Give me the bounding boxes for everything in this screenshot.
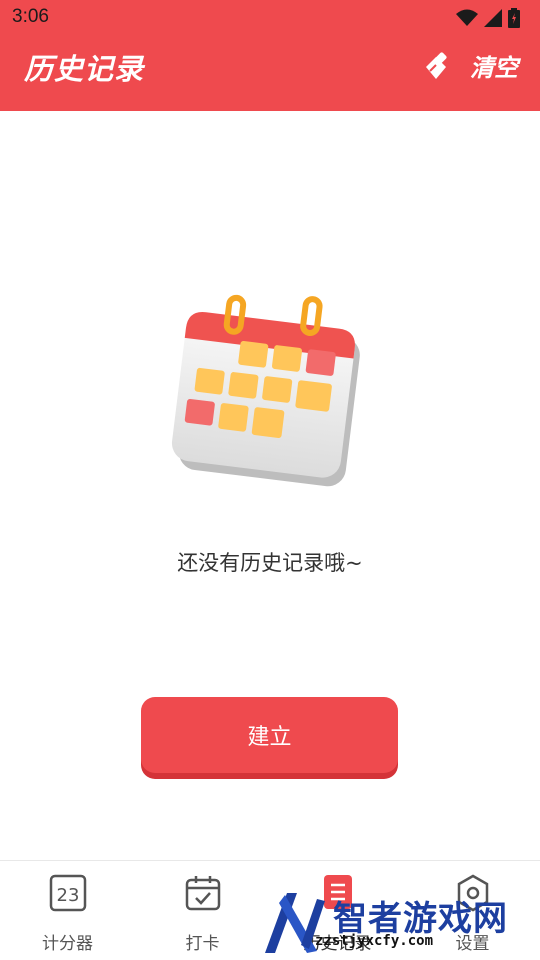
scoreboard-icon: 23 [49,874,86,912]
wifi-icon [456,9,478,26]
watermark: 智者游戏网 zzstjyxcfy.com [255,885,540,960]
clear-button[interactable]: 清空 [422,48,518,83]
status-time: 3:06 [12,6,49,27]
nav-label-checkin: 打卡 [185,934,220,954]
broom-icon [426,51,447,79]
calendar-icon [171,294,360,487]
nav-label-scoreboard: 计分器 [42,934,93,954]
battery-icon [508,8,520,28]
create-label: 建立 [247,725,292,750]
signal-icon [484,9,502,27]
calendar-check-icon [185,876,220,911]
nav-item-checkin[interactable]: 打卡 [135,861,270,960]
status-icons [456,8,520,28]
app-bar: 3:06 历史记录 清空 [0,0,540,111]
watermark-url: zzstjyxcfy.com [315,933,434,949]
status-bar: 3:06 [0,0,540,36]
page-title: 历史记录 [24,52,145,86]
nav-item-scoreboard[interactable]: 23 计分器 [0,861,135,960]
calendar-illustration [165,280,365,490]
create-button[interactable]: 建立 [141,697,398,773]
empty-message: 还没有历史记录哦~ [177,551,363,575]
svg-text:23: 23 [56,885,79,906]
clear-label: 清空 [470,54,518,82]
